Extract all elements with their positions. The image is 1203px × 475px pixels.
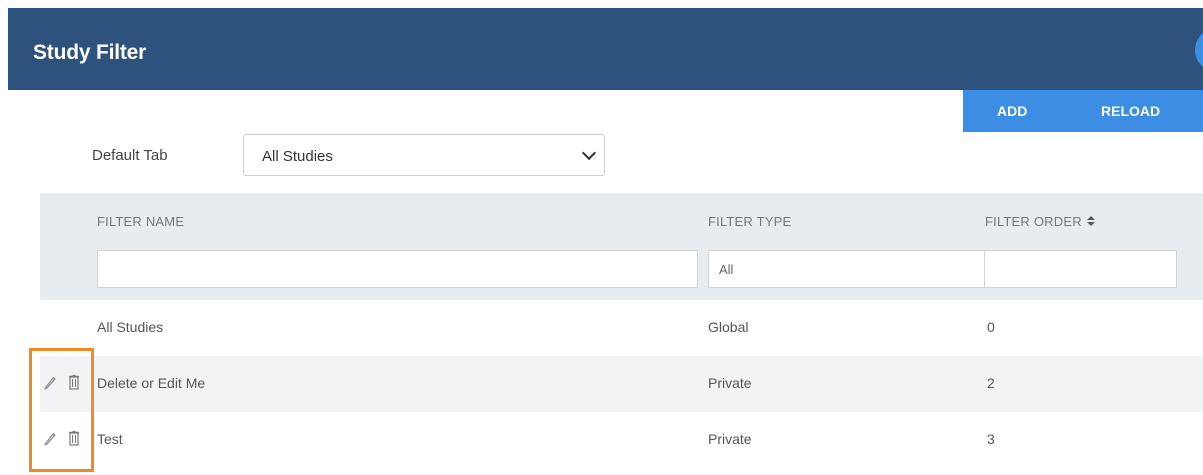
default-tab-value: All Studies (262, 148, 333, 165)
page-title: Study Filter (33, 41, 147, 64)
table-row[interactable]: Test Private 3 (40, 412, 1203, 468)
page-header: Study Filter (8, 8, 1203, 90)
table-row[interactable]: All Studies Global 0 (40, 300, 1203, 356)
column-header-filter-type[interactable]: FILTER TYPE (708, 214, 791, 229)
table-header: FILTER NAME FILTER TYPE FILTER ORDER All (40, 193, 1203, 300)
cell-filter-type: Global (708, 319, 749, 335)
reload-button[interactable]: RELOAD (1101, 90, 1160, 132)
cell-filter-order: 2 (987, 375, 995, 391)
cell-filter-type: Private (708, 375, 752, 391)
filter-name-input[interactable] (97, 250, 698, 288)
add-button[interactable]: ADD (997, 90, 1027, 132)
action-bar: ADD RELOAD (963, 90, 1203, 132)
user-avatar[interactable] (1195, 28, 1203, 72)
cell-filter-name: Delete or Edit Me (97, 375, 206, 391)
filter-order-input[interactable] (984, 250, 1177, 288)
default-tab-label: Default Tab (92, 147, 168, 164)
filter-type-value: All (719, 262, 734, 277)
table-row[interactable]: Delete or Edit Me Private 2 (40, 356, 1203, 412)
default-tab-select[interactable]: All Studies (243, 134, 605, 176)
sort-icon[interactable] (1086, 216, 1096, 227)
column-header-filter-order[interactable]: FILTER ORDER (985, 214, 1096, 229)
filter-type-select[interactable]: All (708, 250, 1014, 288)
cell-filter-name: Test (97, 431, 123, 447)
column-header-filter-name[interactable]: FILTER NAME (97, 214, 184, 229)
highlight-annotation-box (29, 348, 94, 472)
cell-filter-type: Private (708, 431, 752, 447)
cell-filter-order: 0 (987, 319, 995, 335)
cell-filter-name: All Studies (97, 319, 164, 335)
chevron-down-icon (581, 145, 597, 161)
cell-filter-order: 3 (987, 431, 995, 447)
